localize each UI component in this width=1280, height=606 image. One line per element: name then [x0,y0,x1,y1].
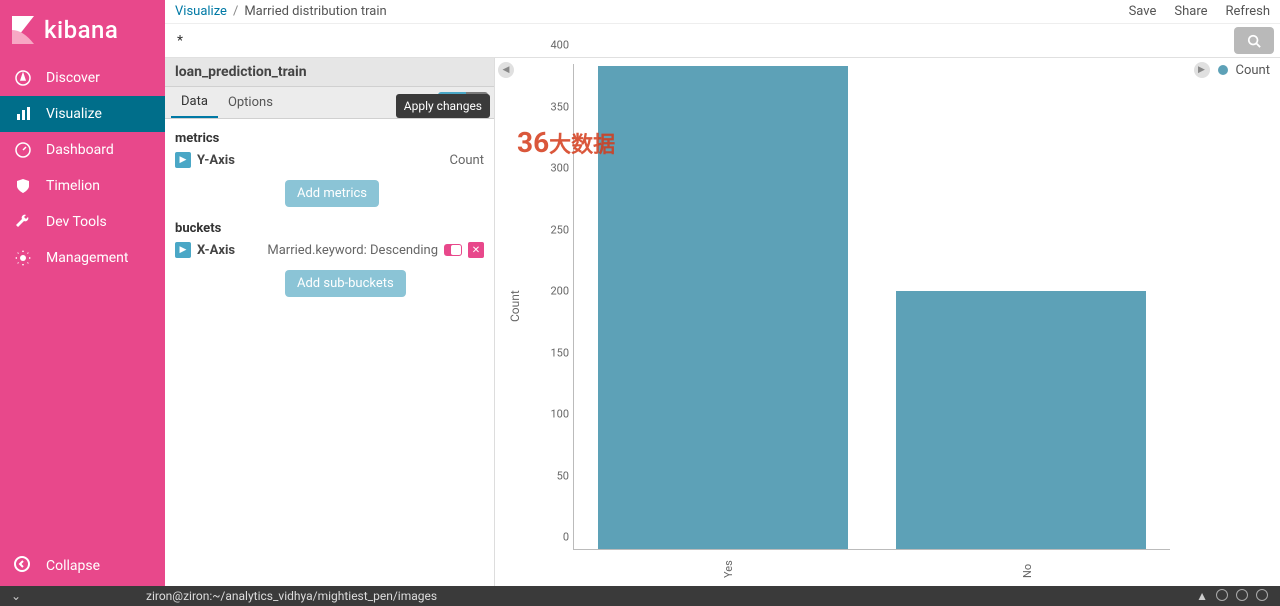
buckets-heading: buckets [175,221,484,236]
sidebar-item-label: Management [46,250,128,266]
yaxis-label: Y-Axis [197,153,235,168]
shield-icon [14,178,32,194]
xaxis-label: X-Axis [197,243,235,258]
editor-panel: loan_prediction_train Data Options ✕ App… [165,58,495,586]
y-tick: 200 [529,285,569,298]
compass-icon [14,70,32,86]
apply-tooltip: Apply changes [396,94,490,118]
window-close-icon[interactable] [1256,589,1268,601]
search-input[interactable]: * [165,24,1231,57]
chart-wrapper: ▶ Count 36大数据 Count 05010015020025030035… [517,58,1280,586]
main: Visualize / Married distribution train S… [165,0,1280,586]
bar-chart-icon [14,106,32,122]
tab-options[interactable]: Options [218,88,283,117]
bar-chart: Count 050100150200250300350400 YesNo [517,58,1280,586]
delete-bucket-button[interactable]: ✕ [468,242,484,258]
y-tick: 50 [529,469,569,482]
window-min-icon[interactable] [1216,589,1228,601]
collapse-editor-gutter: ◀ [495,58,517,586]
y-tick: 250 [529,223,569,236]
brand-logo: kibana [0,0,165,60]
enable-toggle[interactable] [444,244,462,256]
bar[interactable] [598,66,848,549]
expand-icon: ▶ [175,152,191,168]
terminal-bar: ⌄ ziron@ziron:~/analytics_vidhya/mightie… [0,586,1280,606]
topbar: Visualize / Married distribution train S… [165,0,1280,24]
breadcrumb-separator: / [233,4,238,19]
terminal-dropdown-icon[interactable]: ⌄ [6,589,26,603]
x-tick: Yes [722,560,735,578]
sidebar-item-management[interactable]: Management [0,240,165,276]
bar[interactable] [896,291,1146,549]
y-tick: 150 [529,346,569,359]
visualization-area: ◀ ▶ Count 36大数据 Count 050100150200250300… [495,58,1280,586]
sidebar-item-timelion[interactable]: Timelion [0,168,165,204]
y-axis: 050100150200250300350400 [529,58,569,550]
y-tick: 0 [529,531,569,544]
brand-name: kibana [44,16,118,44]
sidebar-item-dashboard[interactable]: Dashboard [0,132,165,168]
nav-list: Discover Visualize Dashboard Timelion De… [0,60,165,546]
sidebar-item-visualize[interactable]: Visualize [0,96,165,132]
y-tick: 300 [529,162,569,175]
search-button[interactable] [1234,27,1274,54]
collapse-editor-button[interactable]: ◀ [498,62,514,78]
breadcrumb-root[interactable]: Visualize [175,4,227,19]
kibana-logo-icon [12,16,34,44]
collapse-button[interactable]: Collapse [0,546,165,586]
x-axis: Yes No [573,550,1170,586]
collapse-label: Collapse [46,558,100,574]
search-icon [1247,34,1261,48]
tab-data[interactable]: Data [171,87,218,118]
sidebar-item-discover[interactable]: Discover [0,60,165,96]
window-controls: ▲ [1196,589,1274,603]
sidebar-item-label: Visualize [46,106,102,122]
wrench-icon [14,214,32,230]
expand-icon: ▶ [175,242,191,258]
add-metrics-button[interactable]: Add metrics [285,180,379,207]
xaxis-row[interactable]: ▶ X-Axis Married.keyword: Descending ✕ [175,242,484,258]
share-button[interactable]: Share [1174,4,1207,19]
sidebar-item-label: Dashboard [46,142,114,158]
editor-body: metrics ▶ Y-Axis Count Add metrics bucke… [165,119,494,317]
sidebar-item-devtools[interactable]: Dev Tools [0,204,165,240]
add-sub-buckets-button[interactable]: Add sub-buckets [285,270,406,297]
y-tick: 350 [529,100,569,113]
save-button[interactable]: Save [1129,4,1157,19]
index-pattern-title: loan_prediction_train [165,58,494,87]
search-bar: * [165,24,1280,58]
plot-area [573,64,1170,550]
yaxis-value: Count [450,153,484,168]
yaxis-row[interactable]: ▶ Y-Axis Count [175,152,484,168]
sidebar: kibana Discover Visualize Dashboard Time… [0,0,165,586]
eject-icon[interactable]: ▲ [1196,589,1208,603]
breadcrumb-current: Married distribution train [244,4,386,19]
metrics-heading: metrics [175,131,484,146]
gauge-icon [14,142,32,158]
collapse-icon [14,556,32,576]
y-axis-label: Count [508,290,522,322]
terminal-path: ziron@ziron:~/analytics_vidhya/mightiest… [146,589,437,603]
workspace: loan_prediction_train Data Options ✕ App… [165,58,1280,586]
top-actions: Save Share Refresh [1129,4,1270,19]
gear-icon [14,250,32,266]
x-tick: No [1021,564,1034,578]
sidebar-item-label: Dev Tools [46,214,107,230]
sidebar-item-label: Discover [46,70,100,86]
window-max-icon[interactable] [1236,589,1248,601]
refresh-button[interactable]: Refresh [1226,4,1270,19]
y-tick: 400 [529,39,569,52]
sidebar-item-label: Timelion [46,178,100,194]
xaxis-value: Married.keyword: Descending [267,243,438,258]
y-tick: 100 [529,408,569,421]
